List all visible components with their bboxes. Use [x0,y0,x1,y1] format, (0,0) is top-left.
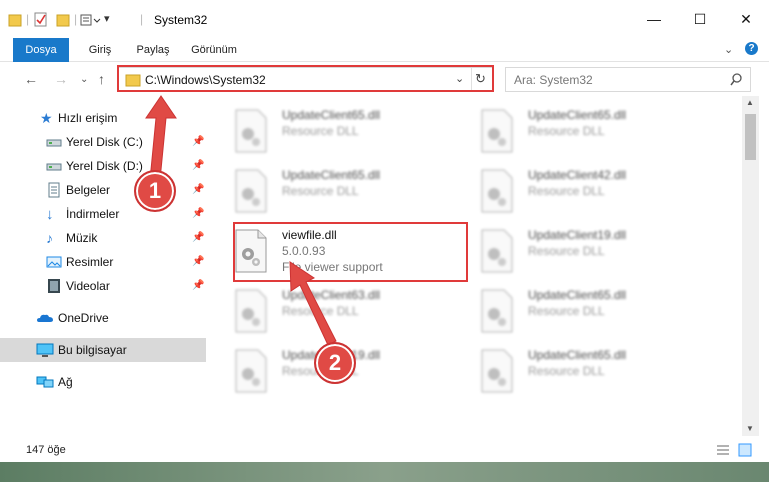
drive-icon [46,163,62,171]
tab-share[interactable]: Paylaş [130,38,176,62]
desktop-background [0,462,769,482]
sidebar-item-this-pc[interactable]: Bu bilgisayar [0,338,206,362]
dll-file-icon [235,109,267,153]
pin-icon: 📌 [192,136,205,147]
dll-file-icon [481,169,513,213]
vertical-scrollbar[interactable]: ▲ ▼ [742,96,759,436]
forward-button[interactable]: → [54,71,68,87]
scrollbar-thumb[interactable] [745,114,756,160]
dll-file-icon [235,349,267,393]
sidebar-item-pictures[interactable]: Resimler 📌 [0,250,206,274]
help-icon[interactable]: ? [745,42,758,55]
large-icons-view-icon[interactable] [738,443,752,457]
ribbon-tabs: Dosya Giriş Paylaş Görünüm ⌄ ? [0,38,769,98]
pin-icon: 📌 [192,208,205,219]
close-button[interactable]: ✕ [723,0,769,38]
pin-icon: 📌 [192,184,205,195]
step-badge-2: 2 [314,342,356,384]
dropdown-icon[interactable]: ▾ [104,12,110,28]
list-item[interactable]: UpdateClient42.dll Resource DLL [468,162,708,222]
separator: | [140,12,144,26]
sidebar-item-network[interactable]: Ağ [0,370,206,394]
list-item[interactable]: UpdateClient65.dll Resource DLL [468,102,708,162]
scroll-up-icon[interactable]: ▲ [746,98,754,107]
step-badge-1: 1 [134,170,176,212]
video-icon [48,279,60,293]
item-count: 147 öğe [26,444,66,456]
dll-file-icon [235,169,267,213]
expand-ribbon-icon[interactable]: ⌄ [724,43,733,56]
recent-locations-icon[interactable]: ⌄ [80,74,88,85]
dll-file-icon [481,229,513,273]
music-icon: ♪ [46,230,53,246]
address-highlight-box [117,65,494,92]
sidebar-item-quick-access[interactable]: ★ Hızlı erişim [0,106,206,130]
tab-home[interactable]: Giriş [80,38,120,62]
sidebar-item-downloads[interactable]: ↓ İndirmeler 📌 [0,202,206,226]
star-icon: ★ [40,110,53,126]
list-item[interactable]: UpdateClient65.dll Resource DLL [222,162,462,222]
back-button[interactable]: ← [24,71,38,87]
pin-icon: 📌 [192,232,205,243]
explorer-window: | | ▾ | System32 — ☐ ✕ Dosya Giriş Payla… [0,0,769,482]
computer-icon [36,343,54,357]
search-icon[interactable] [730,73,743,86]
search-box[interactable]: Ara: System32 [505,67,751,92]
sidebar-item-local-disk-c[interactable]: Yerel Disk (C:) 📌 [0,130,206,154]
documents-icon [48,182,60,198]
dll-file-icon [481,289,513,333]
pictures-icon [46,256,62,268]
folder-icon[interactable] [8,12,22,28]
new-folder-icon[interactable] [56,12,70,28]
properties-icon[interactable] [34,12,48,28]
tab-view[interactable]: Görünüm [186,38,242,62]
window-title: System32 [154,13,208,27]
separator: | [26,12,30,26]
download-icon: ↓ [46,206,54,223]
sidebar-item-music[interactable]: ♪ Müzik 📌 [0,226,206,250]
details-view-icon[interactable] [716,444,730,456]
maximize-button[interactable]: ☐ [677,0,723,38]
list-item[interactable]: UpdateClient65.dll Resource DLL [222,102,462,162]
sidebar-item-local-disk-d[interactable]: Yerel Disk (D:) 📌 [0,154,206,178]
dll-file-icon [481,349,513,393]
list-item[interactable]: UpdateClient63.dll Resource DLL [222,282,462,342]
network-icon [36,376,54,388]
customize-toolbar-icon[interactable] [80,12,102,28]
pin-icon: 📌 [192,256,205,267]
navigation-pane: ★ Hızlı erişim Yerel Disk (C:) 📌 Yerel D… [0,96,210,436]
sidebar-item-onedrive[interactable]: OneDrive [0,306,206,330]
search-placeholder: Ara: System32 [514,73,593,87]
file-highlight-box [233,222,468,282]
drive-icon [46,139,62,147]
pin-icon: 📌 [192,280,205,291]
sidebar-item-videos[interactable]: Videolar 📌 [0,274,206,298]
separator: | [74,12,78,26]
title-bar: | | ▾ | System32 — ☐ ✕ [0,0,769,38]
scroll-down-icon[interactable]: ▼ [746,424,754,433]
dll-file-icon [481,109,513,153]
up-button[interactable]: ↑ [98,71,105,87]
cloud-icon [37,314,53,322]
list-item[interactable]: UpdateClient65.dll Resource DLL [468,342,708,402]
list-item[interactable]: UpdateClient65.dll Resource DLL [468,282,708,342]
minimize-button[interactable]: — [631,0,677,38]
dll-file-icon [235,289,267,333]
list-item[interactable]: UpdateClient19.dll Resource DLL [468,222,708,282]
status-bar: 147 öğe [0,436,769,462]
pin-icon: 📌 [192,160,205,171]
